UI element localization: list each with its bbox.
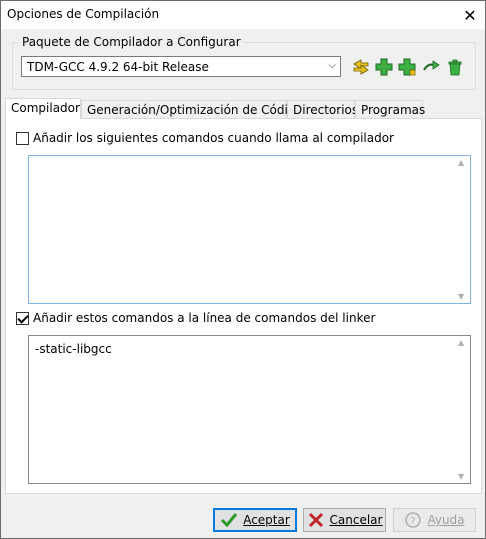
tab-directorios[interactable]: Directorios — [287, 100, 358, 118]
close-button[interactable]: ✕ — [455, 1, 485, 29]
add-folder-icon — [398, 58, 416, 76]
compiler-commands-label[interactable]: Añadir los siguientes comandos cuando ll… — [33, 131, 394, 145]
linker-commands-scrollbar[interactable]: ▲ ▼ — [454, 336, 470, 483]
add-folder-compiler-button[interactable] — [397, 57, 417, 77]
compiler-commands-scrollbar[interactable]: ▲ ▼ — [454, 156, 470, 303]
rename-compiler-button[interactable] — [421, 57, 441, 77]
tab-programas[interactable]: Programas — [355, 100, 425, 118]
scroll-down-icon[interactable]: ▼ — [458, 292, 464, 301]
scroll-up-icon[interactable]: ▲ — [458, 338, 464, 347]
ok-button[interactable]: Aceptar — [213, 508, 297, 532]
window-title: Opciones de Compilación — [7, 7, 160, 21]
compiler-package-value: TDM-GCC 4.9.2 64-bit Release — [27, 60, 209, 74]
linker-commands-text: -static-libgcc — [35, 342, 112, 356]
help-button[interactable]: ? Ayuda — [393, 508, 476, 532]
help-icon: ? — [405, 512, 422, 528]
linker-commands-checkbox[interactable] — [16, 312, 29, 325]
tab-generacion-optimizacion[interactable]: Generación/Optimización de Código — [81, 100, 303, 118]
linker-commands-label[interactable]: Añadir estos comandos a la línea de coma… — [33, 311, 375, 325]
add-empty-compiler-button[interactable] — [374, 57, 394, 77]
linker-commands-textarea[interactable]: -static-libgcc ▲ ▼ — [28, 335, 471, 484]
chevron-down-icon: ⌵ — [328, 60, 336, 71]
title-bar: Opciones de Compilación ✕ — [1, 1, 485, 29]
delete-trash-icon — [448, 59, 462, 76]
compiler-commands-textarea[interactable]: ▲ ▼ — [28, 155, 471, 304]
compiler-options-dialog: Opciones de Compilación ✕ Paquete de Com… — [0, 0, 486, 539]
rename-icon — [423, 60, 440, 71]
ok-button-label: Aceptar — [243, 513, 290, 527]
find-compilers-icon — [353, 59, 369, 75]
add-empty-icon — [375, 58, 393, 76]
tab-compilador[interactable]: Compilador — [5, 98, 81, 119]
cancel-button[interactable]: Cancelar — [303, 508, 386, 532]
close-x-icon — [308, 512, 323, 528]
help-button-label: Ayuda — [427, 513, 465, 527]
scroll-down-icon[interactable]: ▼ — [458, 472, 464, 481]
check-icon — [221, 513, 238, 528]
compiler-package-label: Paquete de Compilador a Configurar — [20, 35, 243, 49]
svg-text:?: ? — [411, 516, 416, 527]
find-compilers-button[interactable] — [351, 57, 371, 77]
compiler-commands-checkbox[interactable] — [16, 132, 29, 145]
delete-compiler-button[interactable] — [445, 57, 465, 77]
compiler-package-select[interactable]: TDM-GCC 4.9.2 64-bit Release ⌵ — [21, 56, 341, 77]
cancel-button-label: Cancelar — [329, 513, 383, 527]
scroll-up-icon[interactable]: ▲ — [458, 158, 464, 167]
